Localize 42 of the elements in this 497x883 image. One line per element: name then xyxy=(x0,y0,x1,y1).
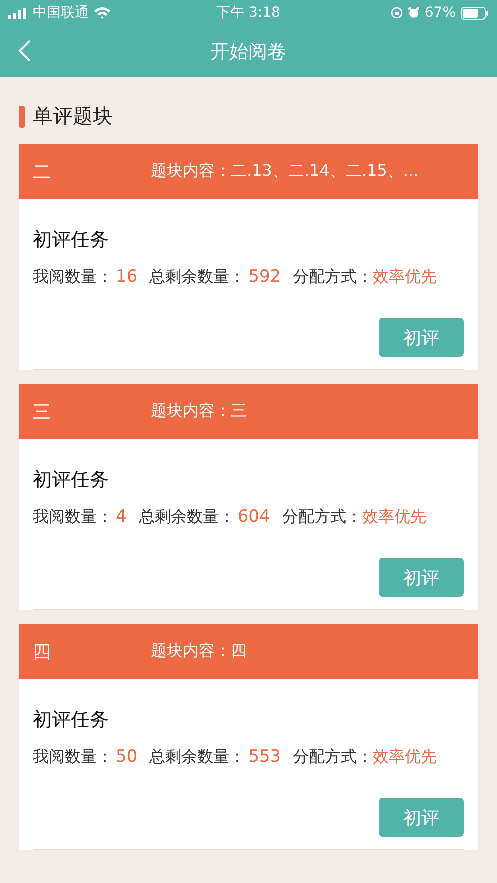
stat-value: 592 xyxy=(248,267,282,287)
review-button[interactable]: 初评 xyxy=(379,798,464,837)
block-name: 三 xyxy=(33,400,52,424)
review-button[interactable]: 初评 xyxy=(379,318,464,357)
alarm-icon xyxy=(408,7,420,19)
stat-label: 分配方式： xyxy=(293,747,374,768)
signal-icon xyxy=(8,8,28,18)
block-name: 二 xyxy=(33,160,52,184)
battery-percent: 67% xyxy=(424,5,456,21)
task-title: 初评任务 xyxy=(33,228,110,253)
review-button[interactable]: 初评 xyxy=(379,558,464,597)
battery-icon xyxy=(461,6,489,20)
block-content: 题块内容：四 xyxy=(151,641,247,662)
task-title: 初评任务 xyxy=(33,708,110,733)
stat-label: 我阅数量： xyxy=(33,267,113,288)
block-name: 四 xyxy=(33,640,52,664)
task-title: 初评任务 xyxy=(33,468,110,493)
stat-label: 总剩余数量： xyxy=(150,747,246,768)
section-marker xyxy=(19,106,25,128)
section-title: 单评题块 xyxy=(33,103,113,130)
status-time: 下午 3:18 xyxy=(216,4,280,22)
stat-label: 我阅数量： xyxy=(33,507,113,528)
back-button[interactable] xyxy=(18,40,32,62)
stat-label: 分配方式： xyxy=(293,267,374,288)
stat-label: 我阅数量： xyxy=(33,747,113,768)
stat-label: 分配方式： xyxy=(282,507,362,528)
stat-label: 总剩余数量： xyxy=(138,507,235,528)
stat-value: 553 xyxy=(248,747,282,767)
stat-value: 效率优先 xyxy=(373,267,438,288)
stat-value: 16 xyxy=(116,267,138,287)
stat-value: 效率优先 xyxy=(362,507,426,528)
stat-value: 50 xyxy=(116,747,138,767)
block-content: 题块内容：二.13、二.14、二.15、... xyxy=(151,161,419,182)
rotation-lock-icon xyxy=(390,7,403,19)
stat-value: 4 xyxy=(116,507,127,527)
page-title: 开始阅卷 xyxy=(210,40,286,64)
stat-label: 总剩余数量： xyxy=(150,267,246,288)
carrier-name: 中国联通 xyxy=(33,4,89,22)
stat-value: 604 xyxy=(238,507,270,527)
block-content: 题块内容：三 xyxy=(151,401,247,422)
stat-value: 效率优先 xyxy=(373,747,438,768)
wifi-icon xyxy=(94,7,111,19)
